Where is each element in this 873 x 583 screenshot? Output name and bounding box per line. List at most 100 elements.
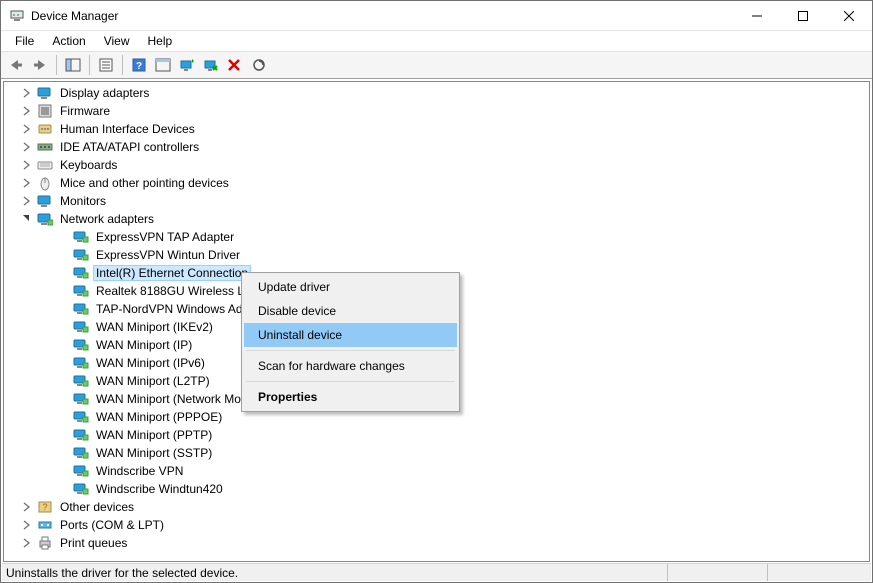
scan-hardware-button[interactable] — [248, 54, 270, 76]
tree-category[interactable]: Monitors — [4, 192, 869, 210]
tree-device[interactable]: Windscribe VPN — [4, 462, 869, 480]
device-label: Realtek 8188GU Wireless LA — [94, 284, 254, 298]
device-label: Windscribe VPN — [94, 464, 185, 478]
update-driver-button[interactable] — [176, 54, 198, 76]
tree-category[interactable]: Keyboards — [4, 156, 869, 174]
category-icon — [36, 175, 54, 191]
tree-category[interactable]: Human Interface Devices — [4, 120, 869, 138]
chevron-right-icon[interactable] — [20, 500, 34, 514]
network-adapter-icon — [72, 301, 90, 317]
context-menu-uninstall-device[interactable]: Uninstall device — [244, 323, 457, 347]
device-label: Windscribe Windtun420 — [94, 482, 225, 496]
chevron-down-icon[interactable] — [20, 212, 34, 226]
category-label: Human Interface Devices — [58, 122, 197, 136]
category-icon — [36, 139, 54, 155]
chevron-right-icon[interactable] — [20, 176, 34, 190]
network-adapter-icon — [72, 319, 90, 335]
titlebar: Device Manager — [1, 1, 872, 31]
tree-category[interactable]: Firmware — [4, 102, 869, 120]
tree-device[interactable]: WAN Miniport (SSTP) — [4, 444, 869, 462]
show-hide-console-tree-button[interactable] — [62, 54, 84, 76]
tree-category[interactable]: Ports (COM & LPT) — [4, 516, 869, 534]
tree-category[interactable]: ?Other devices — [4, 498, 869, 516]
device-label: TAP-NordVPN Windows Ad — [94, 302, 245, 316]
device-label: WAN Miniport (IP) — [94, 338, 194, 352]
spacer — [56, 464, 70, 478]
spacer — [56, 482, 70, 496]
tree-category[interactable]: Print queues — [4, 534, 869, 552]
chevron-right-icon[interactable] — [20, 194, 34, 208]
close-button[interactable] — [826, 1, 872, 31]
category-label: Keyboards — [58, 158, 119, 172]
category-icon — [36, 535, 54, 551]
maximize-button[interactable] — [780, 1, 826, 31]
device-tree-pane: Display adaptersFirmware Human Interface … — [3, 81, 870, 562]
device-label: WAN Miniport (SSTP) — [94, 446, 214, 460]
tree-category[interactable]: IDE ATA/ATAPI controllers — [4, 138, 869, 156]
chevron-right-icon[interactable] — [20, 140, 34, 154]
device-label: WAN Miniport (L2TP) — [94, 374, 212, 388]
forward-button[interactable] — [29, 54, 51, 76]
context-menu-properties[interactable]: Properties — [244, 385, 457, 409]
device-label: ExpressVPN TAP Adapter — [94, 230, 236, 244]
chevron-right-icon[interactable] — [20, 518, 34, 532]
network-adapter-icon — [72, 445, 90, 461]
chevron-right-icon[interactable] — [20, 158, 34, 172]
statusbar: Uninstalls the driver for the selected d… — [2, 563, 871, 581]
minimize-button[interactable] — [734, 1, 780, 31]
tree-device[interactable]: ExpressVPN TAP Adapter — [4, 228, 869, 246]
chevron-right-icon[interactable] — [20, 86, 34, 100]
statusbar-segment — [667, 564, 767, 581]
spacer — [56, 230, 70, 244]
context-menu-update-driver[interactable]: Update driver — [244, 275, 457, 299]
network-adapter-icon — [72, 463, 90, 479]
category-icon — [36, 103, 54, 119]
disable-device-button[interactable] — [200, 54, 222, 76]
chevron-right-icon[interactable] — [20, 104, 34, 118]
device-label: ExpressVPN Wintun Driver — [94, 248, 242, 262]
device-label: WAN Miniport (PPTP) — [94, 428, 214, 442]
spacer — [56, 410, 70, 424]
tree-device[interactable]: WAN Miniport (PPTP) — [4, 426, 869, 444]
spacer — [56, 302, 70, 316]
chevron-right-icon[interactable] — [20, 122, 34, 136]
spacer — [56, 320, 70, 334]
toolbar-icon-2[interactable] — [152, 54, 174, 76]
tree-device[interactable]: ExpressVPN Wintun Driver — [4, 246, 869, 264]
network-adapter-icon — [72, 355, 90, 371]
menu-view[interactable]: View — [96, 33, 138, 49]
window-title: Device Manager — [31, 9, 118, 23]
category-icon: ? — [36, 499, 54, 515]
toolbar: ? — [1, 51, 872, 79]
menu-help[interactable]: Help — [140, 33, 181, 49]
network-adapter-icon — [72, 373, 90, 389]
tree-device[interactable]: Windscribe Windtun420 — [4, 480, 869, 498]
network-adapter-icon — [72, 229, 90, 245]
tree-category[interactable]: Mice and other pointing devices — [4, 174, 869, 192]
tree-category[interactable]: Display adapters — [4, 84, 869, 102]
spacer — [56, 446, 70, 460]
network-adapter-icon — [72, 283, 90, 299]
spacer — [56, 248, 70, 262]
category-icon — [36, 157, 54, 173]
context-menu: Update driver Disable device Uninstall d… — [241, 272, 460, 412]
svg-text:?: ? — [42, 502, 47, 512]
device-label: WAN Miniport (PPPOE) — [94, 410, 224, 424]
network-adapter-icon — [72, 409, 90, 425]
spacer — [56, 266, 70, 280]
uninstall-device-button[interactable] — [224, 54, 246, 76]
help-button[interactable]: ? — [128, 54, 150, 76]
back-button[interactable] — [5, 54, 27, 76]
status-text: Uninstalls the driver for the selected d… — [6, 566, 238, 580]
category-label: Mice and other pointing devices — [58, 176, 231, 190]
chevron-right-icon[interactable] — [20, 536, 34, 550]
context-menu-disable-device[interactable]: Disable device — [244, 299, 457, 323]
menu-file[interactable]: File — [7, 33, 42, 49]
network-adapter-icon — [72, 427, 90, 443]
properties-button[interactable] — [95, 54, 117, 76]
device-label: Intel(R) Ethernet Connection — [94, 266, 250, 280]
spacer — [56, 338, 70, 352]
tree-category[interactable]: Network adapters — [4, 210, 869, 228]
context-menu-scan-hardware[interactable]: Scan for hardware changes — [244, 354, 457, 378]
menu-action[interactable]: Action — [44, 33, 93, 49]
